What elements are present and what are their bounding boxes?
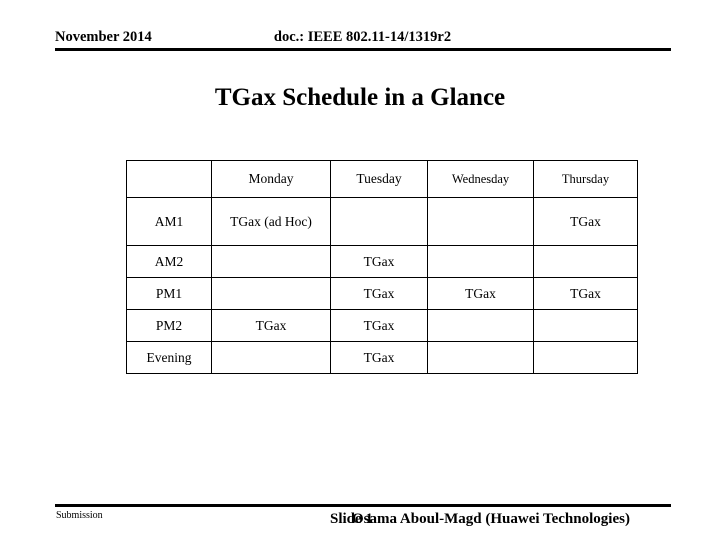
cell-am2-thursday — [533, 245, 638, 278]
table-row: PM2 TGax TGax — [126, 309, 638, 342]
cell-evening-tuesday: TGax — [330, 341, 428, 374]
cell-am2-monday — [211, 245, 331, 278]
page-title: TGax Schedule in a Glance — [214, 84, 506, 111]
cell-am1-monday: TGax (ad Hoc) — [211, 197, 331, 246]
row-label-am2: AM2 — [126, 245, 212, 278]
cell-am2-wednesday — [427, 245, 534, 278]
column-header-monday: Monday — [211, 160, 331, 198]
cell-evening-wednesday — [427, 341, 534, 374]
column-header-tuesday: Tuesday — [330, 160, 428, 198]
cell-pm1-thursday: TGax — [533, 277, 638, 310]
cell-am1-thursday: TGax — [533, 197, 638, 246]
cell-pm2-thursday — [533, 309, 638, 342]
cell-pm2-tuesday: TGax — [330, 309, 428, 342]
table-header-row: Monday Tuesday Wednesday Thursday — [126, 160, 638, 198]
column-header-wednesday: Wednesday — [427, 160, 534, 198]
row-label-evening: Evening — [126, 341, 212, 374]
header-document-id: doc.: IEEE 802.11-14/1319r2 — [273, 29, 452, 45]
row-label-pm2: PM2 — [126, 309, 212, 342]
table-row: AM2 TGax — [126, 245, 638, 278]
footer-divider — [55, 504, 671, 507]
cell-am1-wednesday — [427, 197, 534, 246]
row-label-am1: AM1 — [126, 197, 212, 246]
table-row: PM1 TGax TGax TGax — [126, 277, 638, 310]
cell-evening-monday — [211, 341, 331, 374]
schedule-table: Monday Tuesday Wednesday Thursday AM1 TG… — [126, 160, 638, 374]
schedule-table-container: Monday Tuesday Wednesday Thursday AM1 TG… — [126, 160, 638, 374]
presentation-slide: November 2014 doc.: IEEE 802.11-14/1319r… — [0, 0, 720, 540]
cell-pm1-wednesday: TGax — [427, 277, 534, 310]
cell-am2-tuesday: TGax — [330, 245, 428, 278]
cell-pm2-wednesday — [427, 309, 534, 342]
table-row: Evening TGax — [126, 341, 638, 374]
footer-author: Osama Aboul-Magd (Huawei Technologies) — [352, 511, 630, 527]
cell-evening-thursday — [533, 341, 638, 374]
cell-pm2-monday: TGax — [211, 309, 331, 342]
footer-submission-label: Submission — [56, 510, 103, 521]
header-divider — [55, 48, 671, 51]
cell-pm1-tuesday: TGax — [330, 277, 428, 310]
slide-header: November 2014 doc.: IEEE 802.11-14/1319r… — [55, 28, 670, 50]
table-corner-cell — [126, 160, 212, 198]
table-row: AM1 TGax (ad Hoc) TGax — [126, 197, 638, 246]
cell-am1-tuesday — [330, 197, 428, 246]
cell-pm1-monday — [211, 277, 331, 310]
column-header-thursday: Thursday — [533, 160, 638, 198]
row-label-pm1: PM1 — [126, 277, 212, 310]
